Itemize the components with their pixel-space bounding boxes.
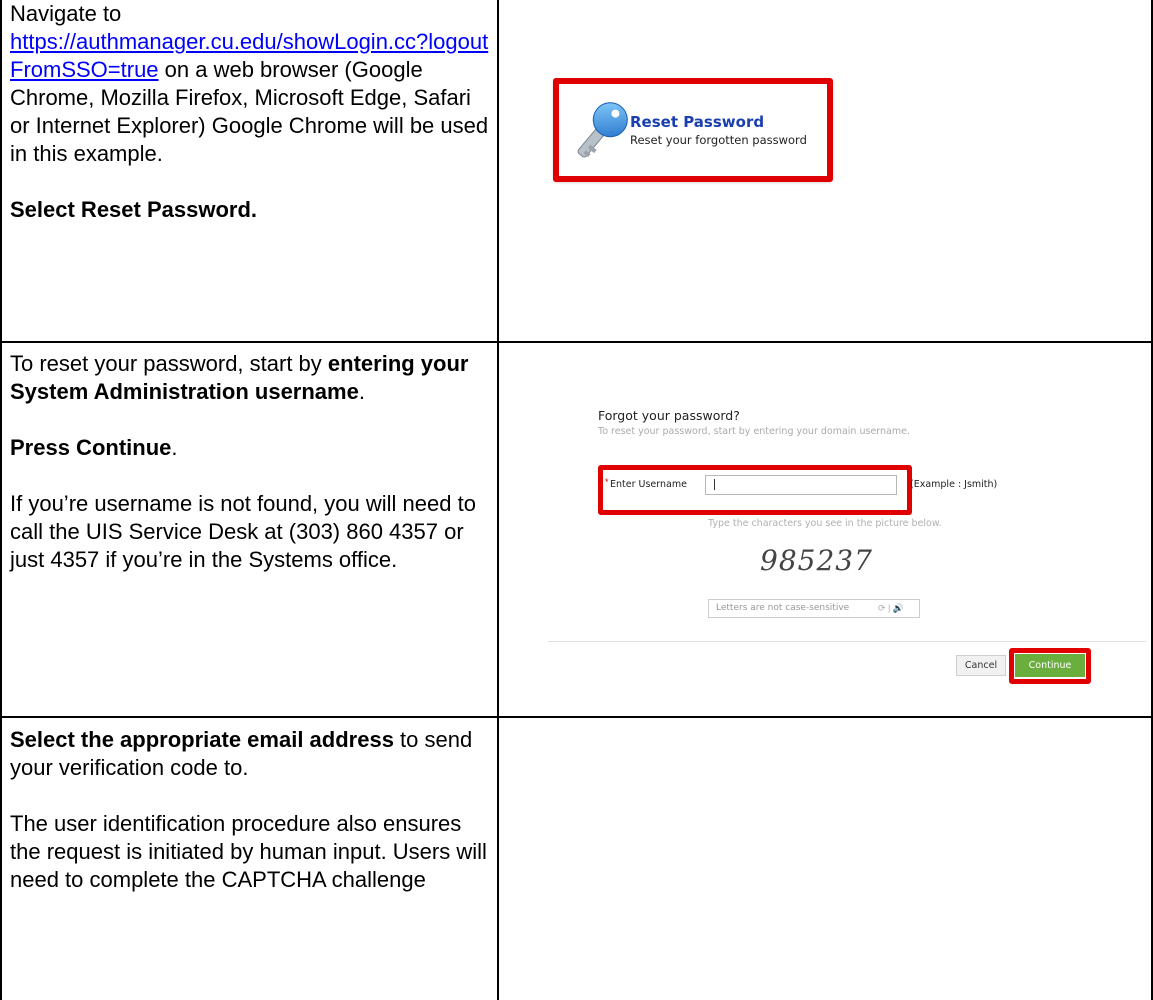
press-continue-text: Press Continue: [10, 435, 172, 460]
username-label: Enter Username: [610, 479, 687, 490]
row1-instructions: Navigate to https://authmanager.cu.edu/s…: [10, 0, 490, 224]
captcha-image: 985237: [760, 544, 873, 577]
table-border-left: [0, 0, 2, 1000]
reset-intro-text: To reset your password, start by: [10, 351, 328, 376]
captcha-hint: Type the characters you see in the pictu…: [708, 518, 942, 529]
continue-highlight-box: [1009, 648, 1091, 684]
row1-instruction: Select Reset Password.: [10, 196, 490, 224]
username-input[interactable]: [705, 475, 897, 495]
username-example: (Example : Jsmith): [910, 479, 998, 490]
row1-paragraph: Navigate to https://authmanager.cu.edu/s…: [10, 0, 490, 168]
row-divider-2: [0, 716, 1153, 718]
period: .: [171, 435, 178, 460]
captcha-placeholder: Letters are not case-sensitive: [716, 603, 850, 613]
cancel-button[interactable]: Cancel: [956, 655, 1006, 676]
navigate-text: Navigate to: [10, 1, 122, 26]
row2-instructions: To reset your password, start by enterin…: [10, 350, 490, 574]
row2-paragraph-3: If you’re username is not found, you wil…: [10, 491, 476, 572]
select-email-text: Select the appropriate email address: [10, 727, 394, 752]
row2-paragraph-1: To reset your password, start by enterin…: [10, 350, 490, 406]
form-divider: [548, 641, 1146, 642]
table-column-divider: [497, 0, 499, 1000]
instruction-table: Navigate to https://authmanager.cu.edu/s…: [0, 0, 1153, 1000]
reset-password-screenshot: Reset Password Reset your forgotten pass…: [553, 78, 833, 182]
row3-paragraph-2: The user identification procedure also e…: [10, 811, 487, 892]
forgot-password-heading: Forgot your password?: [598, 408, 740, 423]
reset-password-title: Reset Password: [630, 113, 765, 131]
forgot-password-subheading: To reset your password, start by enterin…: [598, 426, 910, 437]
text-cursor: [714, 479, 715, 490]
row3-paragraph-1: Select the appropriate email address to …: [10, 726, 490, 782]
row2-paragraph-2: Press Continue.: [10, 434, 490, 462]
row-divider-1: [0, 341, 1153, 343]
key-icon: [577, 102, 628, 158]
row3-instructions: Select the appropriate email address to …: [10, 726, 490, 894]
reset-password-tile[interactable]: Reset Password Reset your forgotten pass…: [553, 78, 833, 182]
select-reset-password-text: Select Reset Password.: [10, 197, 258, 222]
required-marker: *: [605, 477, 609, 487]
forgot-password-screenshot: Forgot your password? To reset your pass…: [548, 408, 1146, 688]
reset-password-subtitle: Reset your forgotten password: [630, 133, 807, 147]
period: .: [358, 379, 365, 404]
captcha-refresh-audio-icon[interactable]: ⟳ | 🔊: [878, 603, 904, 614]
